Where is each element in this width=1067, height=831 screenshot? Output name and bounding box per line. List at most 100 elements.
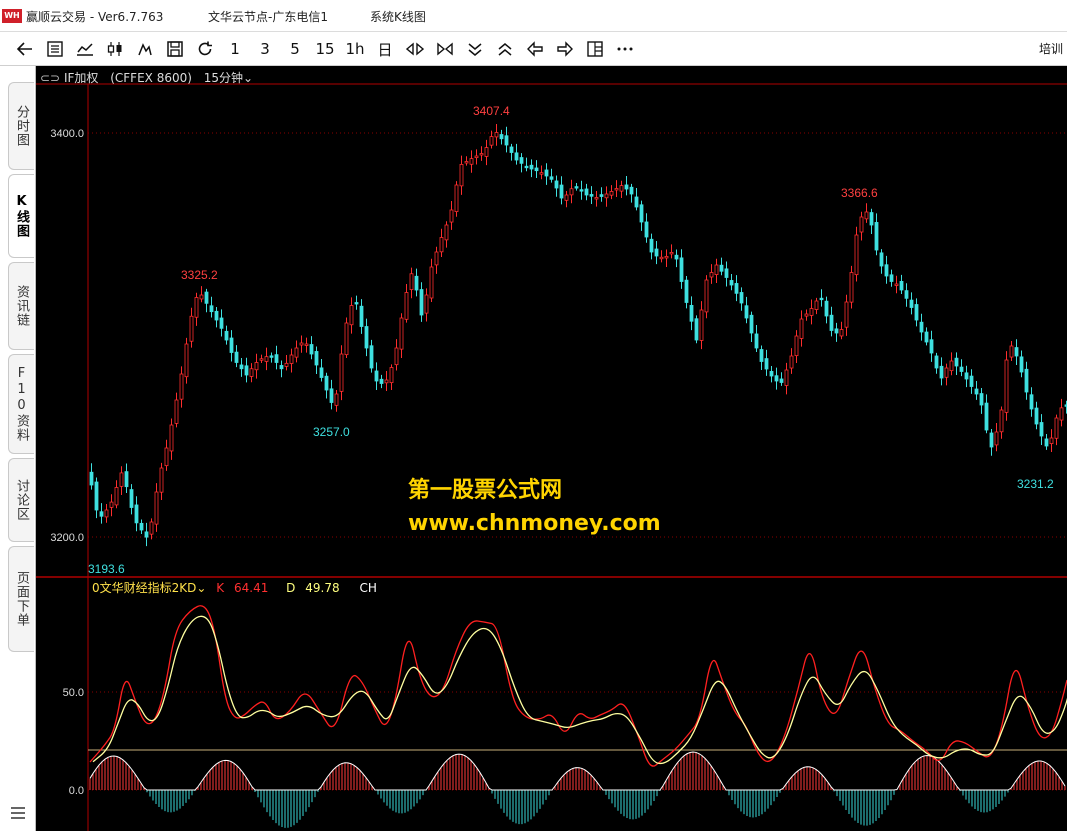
- candle: [584, 188, 589, 196]
- back-arrow-icon[interactable]: [14, 36, 36, 62]
- candle: [999, 409, 1004, 433]
- candle: [419, 289, 424, 316]
- line-chart-icon[interactable]: [74, 36, 96, 62]
- candle: [329, 388, 334, 403]
- candle: [89, 471, 94, 486]
- period-button-1h[interactable]: 1h: [344, 36, 366, 62]
- menu-icon[interactable]: [11, 807, 25, 819]
- zoom-in-icon[interactable]: [404, 36, 426, 62]
- price-mark-high1: 3325.2: [181, 268, 218, 282]
- price-mark-low2: 3231.2: [1017, 477, 1054, 491]
- indicator-name[interactable]: 0文华财经指标2KD: [92, 581, 196, 595]
- candle: [629, 186, 634, 195]
- candle: [369, 345, 374, 369]
- candle: [774, 375, 779, 382]
- candle: [799, 318, 804, 339]
- period-selector[interactable]: 15分钟: [204, 71, 243, 85]
- more-icon[interactable]: [614, 36, 636, 62]
- candle: [319, 367, 324, 378]
- candle: [339, 353, 344, 392]
- candle: [794, 335, 799, 357]
- candle: [384, 379, 389, 384]
- chevron-up-icon[interactable]: [494, 36, 516, 62]
- candle: [534, 167, 539, 172]
- candle: [94, 481, 99, 511]
- period-button-3[interactable]: 3: [254, 36, 276, 62]
- candle: [524, 165, 529, 169]
- period-button-day[interactable]: 日: [374, 36, 396, 62]
- tab-kline[interactable]: K线图: [8, 174, 34, 258]
- candle: [634, 196, 639, 208]
- chevron-down-icon[interactable]: ⌄: [196, 581, 206, 595]
- move-right-icon[interactable]: [554, 36, 576, 62]
- candle: [259, 358, 264, 361]
- d-value: 49.78: [305, 581, 340, 595]
- kline-chart[interactable]: 3400.0 3200.0 50.0 0.0 3325.2 3257.0 340…: [36, 66, 1067, 831]
- zoom-out-icon[interactable]: [434, 36, 456, 62]
- candle: [694, 318, 699, 341]
- candle: [444, 224, 449, 241]
- candle: [904, 290, 909, 299]
- tab-news[interactable]: 资讯链: [8, 262, 34, 350]
- chart-area[interactable]: 3400.0 3200.0 50.0 0.0 3325.2 3257.0 340…: [36, 66, 1067, 831]
- period-button-1[interactable]: 1: [224, 36, 246, 62]
- candle: [144, 531, 149, 538]
- tab-forum[interactable]: 讨论区: [8, 458, 34, 542]
- candle: [1049, 437, 1054, 444]
- candle: [334, 393, 339, 406]
- tab-order[interactable]: 页面下单: [8, 546, 34, 652]
- candle: [399, 317, 404, 350]
- candle: [219, 317, 224, 329]
- candle: [529, 164, 534, 170]
- candle: [499, 134, 504, 140]
- candle: [709, 272, 714, 278]
- candle: [889, 274, 894, 282]
- candle: [724, 268, 729, 278]
- symbol-header[interactable]: ⊂⊃ IF加权 (CFFEX 8600) 15分钟⌄: [40, 69, 253, 86]
- link-icon[interactable]: ⊂⊃: [40, 71, 64, 85]
- candle: [404, 292, 409, 320]
- price-mark-low1: 3257.0: [313, 425, 350, 439]
- save-icon[interactable]: [164, 36, 186, 62]
- candle: [314, 351, 319, 366]
- candle: [409, 273, 414, 291]
- period-button-5[interactable]: 5: [284, 36, 306, 62]
- candle: [1004, 359, 1009, 413]
- candle: [269, 355, 274, 358]
- candle: [894, 283, 899, 286]
- candlestick-icon[interactable]: [104, 36, 126, 62]
- candle: [184, 343, 189, 378]
- candle: [164, 447, 169, 467]
- tab-f10[interactable]: F10资料: [8, 354, 34, 454]
- title-bar: WH 赢顺云交易 - Ver6.7.763 文华云节点-广东电信1 系统K线图: [0, 0, 1067, 32]
- candle: [304, 343, 309, 346]
- candle: [809, 308, 814, 316]
- candle: [249, 368, 254, 377]
- candle: [814, 300, 819, 310]
- candle: [549, 176, 554, 180]
- tab-timeshare[interactable]: 分时图: [8, 82, 34, 170]
- candle: [109, 501, 114, 508]
- training-link[interactable]: 培训: [1039, 40, 1063, 57]
- draw-tool-icon[interactable]: [134, 36, 156, 62]
- candle: [479, 153, 484, 156]
- split-layout-icon[interactable]: [584, 36, 606, 62]
- candle: [504, 135, 509, 146]
- candle: [929, 339, 934, 354]
- candle: [719, 264, 724, 272]
- chevron-down-icon[interactable]: ⌄: [243, 71, 253, 85]
- candle: [859, 216, 864, 233]
- period-button-15[interactable]: 15: [314, 36, 336, 62]
- exchange-code: (CFFEX 8600): [110, 71, 192, 85]
- candle: [424, 294, 429, 314]
- candle: [949, 360, 954, 372]
- candle: [459, 164, 464, 187]
- candle: [594, 197, 599, 200]
- candle: [379, 378, 384, 384]
- chevron-down-icon[interactable]: [464, 36, 486, 62]
- refresh-icon[interactable]: [194, 36, 216, 62]
- candle: [869, 212, 874, 226]
- list-icon[interactable]: [44, 36, 66, 62]
- move-left-icon[interactable]: [524, 36, 546, 62]
- k-label: K: [216, 581, 225, 595]
